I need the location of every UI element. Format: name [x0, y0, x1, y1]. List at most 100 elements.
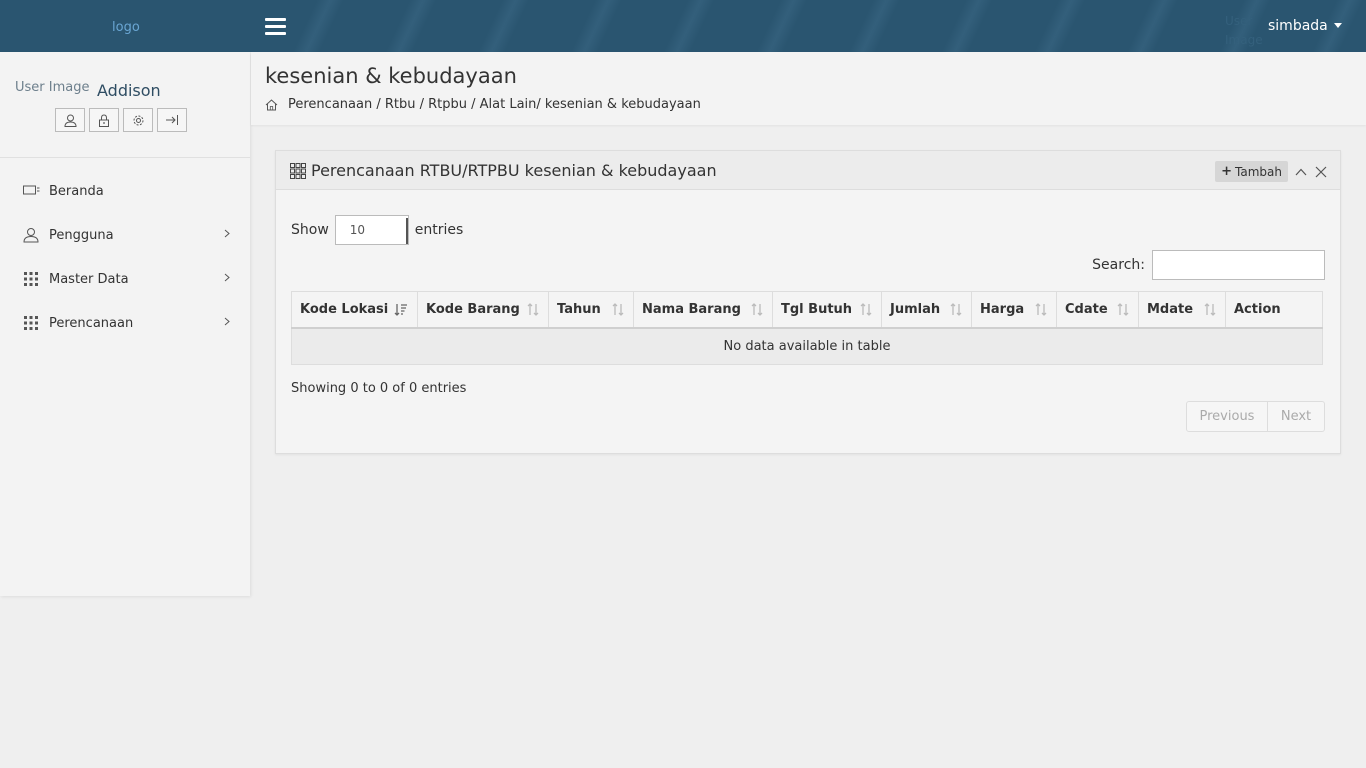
table-row: No data available in table	[291, 327, 1323, 365]
previous-page-button[interactable]: Previous	[1186, 401, 1268, 432]
sign-out-icon	[166, 115, 178, 125]
close-icon	[1315, 166, 1327, 177]
top-navbar: logo User Image simbada	[0, 0, 1366, 52]
sidebar-item-label: Pengguna	[49, 227, 114, 243]
data-panel: Perencanaan RTBU/RTPBU kesenian & kebuda…	[275, 150, 1341, 454]
sort-both-icon	[751, 303, 763, 316]
settings-button[interactable]	[123, 108, 153, 132]
column-header-kode-barang[interactable]: Kode Barang	[417, 291, 549, 329]
plus-icon: +	[1221, 164, 1233, 179]
column-header-label: Mdate	[1147, 301, 1194, 317]
panel-header: Perencanaan RTBU/RTPBU kesenian & kebuda…	[276, 151, 1340, 190]
show-label: Show	[291, 222, 329, 238]
column-header-tgl-butuh[interactable]: Tgl Butuh	[772, 291, 882, 329]
column-header-label: Kode Barang	[426, 301, 520, 317]
column-header-label: Cdate	[1065, 301, 1108, 317]
column-header-nama-barang[interactable]: Nama Barang	[633, 291, 773, 329]
user-menu-name: simbada	[1268, 18, 1328, 34]
column-header-action: Action	[1225, 291, 1323, 329]
profile-name: Addison	[97, 81, 161, 100]
column-header-label: Kode Lokasi	[300, 301, 389, 317]
column-header-label: Action	[1234, 301, 1281, 317]
panel-title-wrap: Perencanaan RTBU/RTPBU kesenian & kebuda…	[290, 161, 717, 180]
empty-table-message: No data available in table	[291, 327, 1323, 365]
column-header-cdate[interactable]: Cdate	[1056, 291, 1139, 329]
column-header-label: Harga	[980, 301, 1025, 317]
column-header-kode-lokasi[interactable]: Kode Lokasi	[291, 291, 418, 329]
search-control: Search:	[1092, 250, 1325, 280]
logout-button[interactable]	[157, 108, 187, 132]
sidebar: User Image Addison Beranda Pengguna Mast…	[0, 52, 250, 596]
monitor-icon	[22, 182, 40, 200]
chevron-up-icon	[1295, 168, 1307, 175]
sidebar-item-pengguna[interactable]: Pengguna	[0, 213, 250, 257]
home-icon[interactable]	[265, 98, 278, 111]
lock-icon	[99, 113, 109, 127]
column-header-tahun[interactable]: Tahun	[548, 291, 634, 329]
sort-both-icon	[527, 303, 539, 316]
hamburger-icon-line	[265, 18, 286, 21]
table-header-row: Kode Lokasi Kode Barang Tahun Nama Baran…	[291, 291, 1323, 329]
add-button-label: Tambah	[1235, 164, 1282, 179]
sidebar-item-beranda[interactable]: Beranda	[0, 169, 250, 213]
sort-both-icon	[860, 303, 872, 316]
hamburger-icon-line	[265, 32, 286, 35]
column-header-jumlah[interactable]: Jumlah	[881, 291, 972, 329]
logo[interactable]: logo	[112, 20, 140, 35]
entries-per-page-select[interactable]: 10	[334, 215, 409, 245]
pagination: Previous Next	[1186, 401, 1325, 432]
sidebar-item-label: Beranda	[49, 183, 104, 199]
column-header-label: Tgl Butuh	[781, 301, 853, 317]
navbar-main: User Image simbada	[251, 0, 1366, 52]
entries-per-page-value: 10	[349, 223, 366, 237]
navbar-user-image[interactable]: User Image	[1225, 12, 1265, 50]
sidebar-item-perencanaan[interactable]: Perencanaan	[0, 301, 250, 345]
user-panel: User Image Addison	[0, 52, 250, 158]
collapse-button[interactable]	[1294, 165, 1308, 179]
profile-image: User Image	[15, 80, 90, 95]
length-control: Show 10 entries	[291, 215, 463, 245]
caret-down-icon	[1333, 23, 1342, 28]
close-button[interactable]	[1314, 165, 1328, 179]
sidebar-toggle-button[interactable]	[265, 18, 286, 35]
sort-both-icon	[612, 303, 624, 316]
sort-both-icon	[1035, 303, 1047, 316]
entries-label: entries	[414, 222, 464, 238]
sidebar-item-label: Master Data	[49, 271, 129, 287]
data-table: Kode Lokasi Kode Barang Tahun Nama Baran…	[291, 291, 1323, 365]
next-page-button[interactable]: Next	[1268, 401, 1325, 432]
breadcrumb-path[interactable]: Perencanaan / Rtbu / Rtpbu / Alat Lain/ …	[288, 97, 701, 112]
add-button[interactable]: + Tambah	[1215, 161, 1288, 182]
gear-icon	[133, 115, 143, 125]
user-icon	[22, 226, 40, 244]
sort-both-icon	[1117, 303, 1129, 316]
panel-title: Perencanaan RTBU/RTPBU kesenian & kebuda…	[311, 161, 717, 180]
column-header-label: Nama Barang	[642, 301, 741, 317]
content-header: kesenian & kebudayaan Perencanaan / Rtbu…	[251, 52, 1366, 125]
grid-icon	[22, 270, 40, 288]
column-header-label: Jumlah	[890, 301, 941, 317]
sidebar-item-label: Perencanaan	[49, 315, 134, 331]
sort-both-icon	[950, 303, 962, 316]
user-icon	[63, 114, 77, 127]
user-menu-dropdown[interactable]: simbada	[1268, 18, 1342, 34]
grid-icon	[290, 162, 306, 179]
sort-both-icon	[1204, 303, 1216, 316]
hamburger-icon-line	[265, 25, 286, 28]
column-header-mdate[interactable]: Mdate	[1138, 291, 1226, 329]
panel-tools: + Tambah	[1215, 161, 1328, 182]
column-header-harga[interactable]: Harga	[971, 291, 1057, 329]
grid-icon	[22, 314, 40, 332]
chevron-right-icon	[224, 273, 230, 282]
profile-button[interactable]	[55, 108, 85, 132]
sidebar-menu: Beranda Pengguna Master Data Perencanaan	[0, 169, 250, 345]
profile-actions	[55, 108, 187, 132]
sort-asc-icon	[394, 304, 407, 316]
search-input[interactable]	[1152, 250, 1325, 280]
lock-button[interactable]	[89, 108, 119, 132]
page-title: kesenian & kebudayaan	[265, 64, 517, 88]
sidebar-item-master-data[interactable]: Master Data	[0, 257, 250, 301]
logo-area[interactable]: logo	[0, 0, 251, 52]
column-header-label: Tahun	[557, 301, 601, 317]
breadcrumb: Perencanaan / Rtbu / Rtpbu / Alat Lain/ …	[265, 97, 701, 112]
